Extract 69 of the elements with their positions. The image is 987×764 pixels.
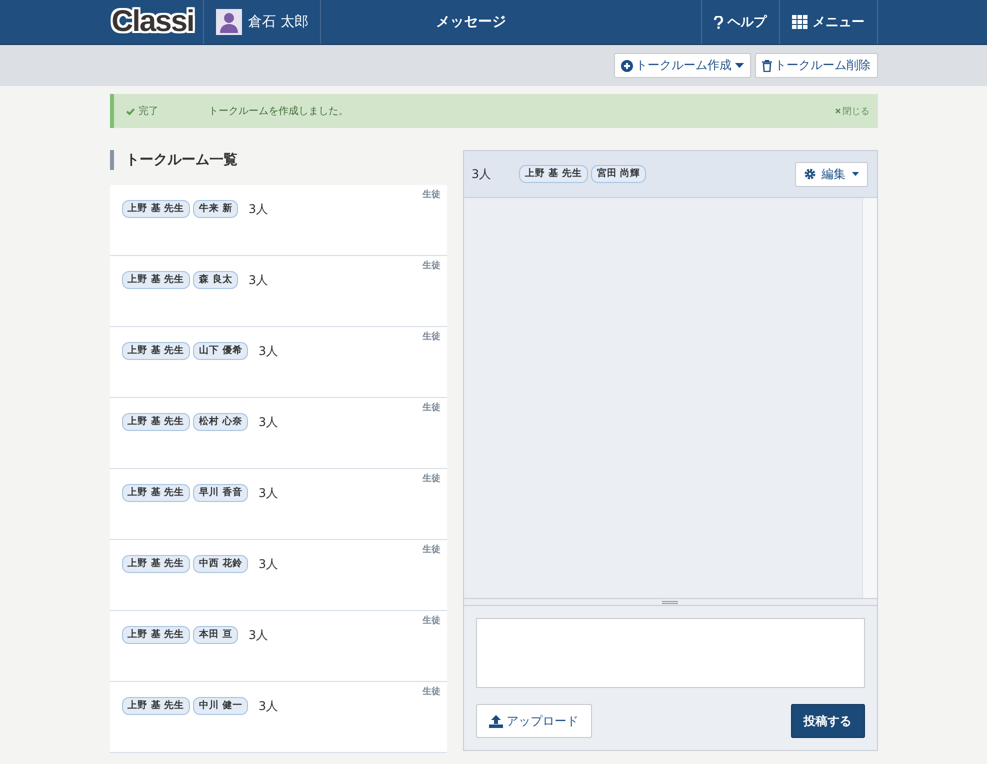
room-item[interactable]: 生徒 上野 基 先生 森 良太 3人 [110,256,446,327]
room-type-label: 生徒 [422,614,440,627]
room-type-label: 生徒 [422,543,440,556]
member-count: 3人 [248,272,268,288]
close-icon [834,108,840,114]
member-tag: 早川 香音 [193,484,248,502]
member-tag: 山下 優希 [193,342,248,360]
member-tag: 森 良太 [193,271,238,289]
member-tag: 上野 基 先生 [122,271,190,289]
help-link[interactable]: ヘルプ [700,0,778,44]
member-tag: 上野 基 先生 [122,484,190,502]
member-tag: 松村 心奈 [193,413,248,431]
member-count: 3人 [472,166,492,182]
grid-icon [792,15,808,29]
member-tag: 中川 健一 [193,697,248,715]
resize-handle[interactable] [464,598,876,606]
menu-link[interactable]: メニュー [778,0,878,44]
avatar-icon [216,9,242,35]
trash-icon [762,60,772,72]
room-type-label: 生徒 [422,259,440,272]
member-count: 3人 [258,414,278,430]
member-tag: 本田 亘 [193,626,238,644]
caret-icon [734,63,744,68]
member-tag: 上野 基 先生 [122,697,190,715]
member-tag: 上野 基 先生 [122,413,190,431]
user-name: 倉石 太郎 [248,13,308,31]
member-count: 3人 [258,484,278,502]
section-heading: トークルーム一覧 [110,150,446,170]
room-type-label: 生徒 [422,685,440,698]
room-type-label: 生徒 [422,472,440,485]
member-tag: 宮田 尚輝 [590,165,646,183]
alert-status: 完了 [138,104,160,118]
room-type-label: 生徒 [422,188,440,201]
room-item[interactable]: 生徒 上野 基 先生 牛来 新 3人 [110,185,446,256]
member-count: 3人 [248,626,268,644]
room-item[interactable]: 生徒 上野 基 先生 中川 健一 3人 [110,682,446,753]
room-item[interactable]: 生徒 上野 基 先生 本田 亘 3人 [110,611,446,682]
plus-circle-icon [620,60,632,72]
member-count: 3人 [258,342,278,360]
question-icon [714,16,722,28]
room-type-label: 生徒 [422,401,440,414]
scrollbar[interactable] [862,198,876,598]
room-item[interactable]: 生徒 上野 基 先生 早川 香音 3人 [110,469,446,540]
room-item[interactable]: 生徒 上野 基 先生 中西 花鈴 3人 [110,540,446,611]
member-tag: 上野 基 先生 [122,342,190,360]
alert-message: トークルームを作成しました。 [208,104,350,118]
member-tag: 上野 基 先生 [122,555,190,573]
post-button[interactable]: 投稿する [790,704,864,738]
check-icon [126,108,134,114]
room-item[interactable]: 生徒 上野 基 先生 山下 優希 3人 [110,327,446,398]
upload-icon [488,714,502,728]
upload-button[interactable]: アップロード [476,704,592,738]
edit-button[interactable]: 編集 [794,162,868,186]
member-tag: 中西 花鈴 [193,555,248,573]
create-room-button[interactable]: トークルーム作成 [614,53,750,78]
room-type-label: 生徒 [422,330,440,343]
caret-icon [852,172,858,176]
member-tag: 上野 基 先生 [122,200,190,218]
message-input[interactable] [476,618,864,688]
page-title: メッセージ [434,13,507,31]
member-count: 3人 [258,698,278,714]
member-count: 3人 [248,200,268,218]
room-item[interactable]: 生徒 上野 基 先生 松村 心奈 3人 [110,398,446,469]
member-tag: 上野 基 先生 [122,626,190,644]
member-tag: 上野 基 先生 [519,165,588,183]
delete-room-button[interactable]: トークルーム削除 [754,53,878,78]
member-count: 3人 [258,556,278,572]
member-tag: 牛来 新 [193,200,238,218]
gear-icon [804,168,816,180]
